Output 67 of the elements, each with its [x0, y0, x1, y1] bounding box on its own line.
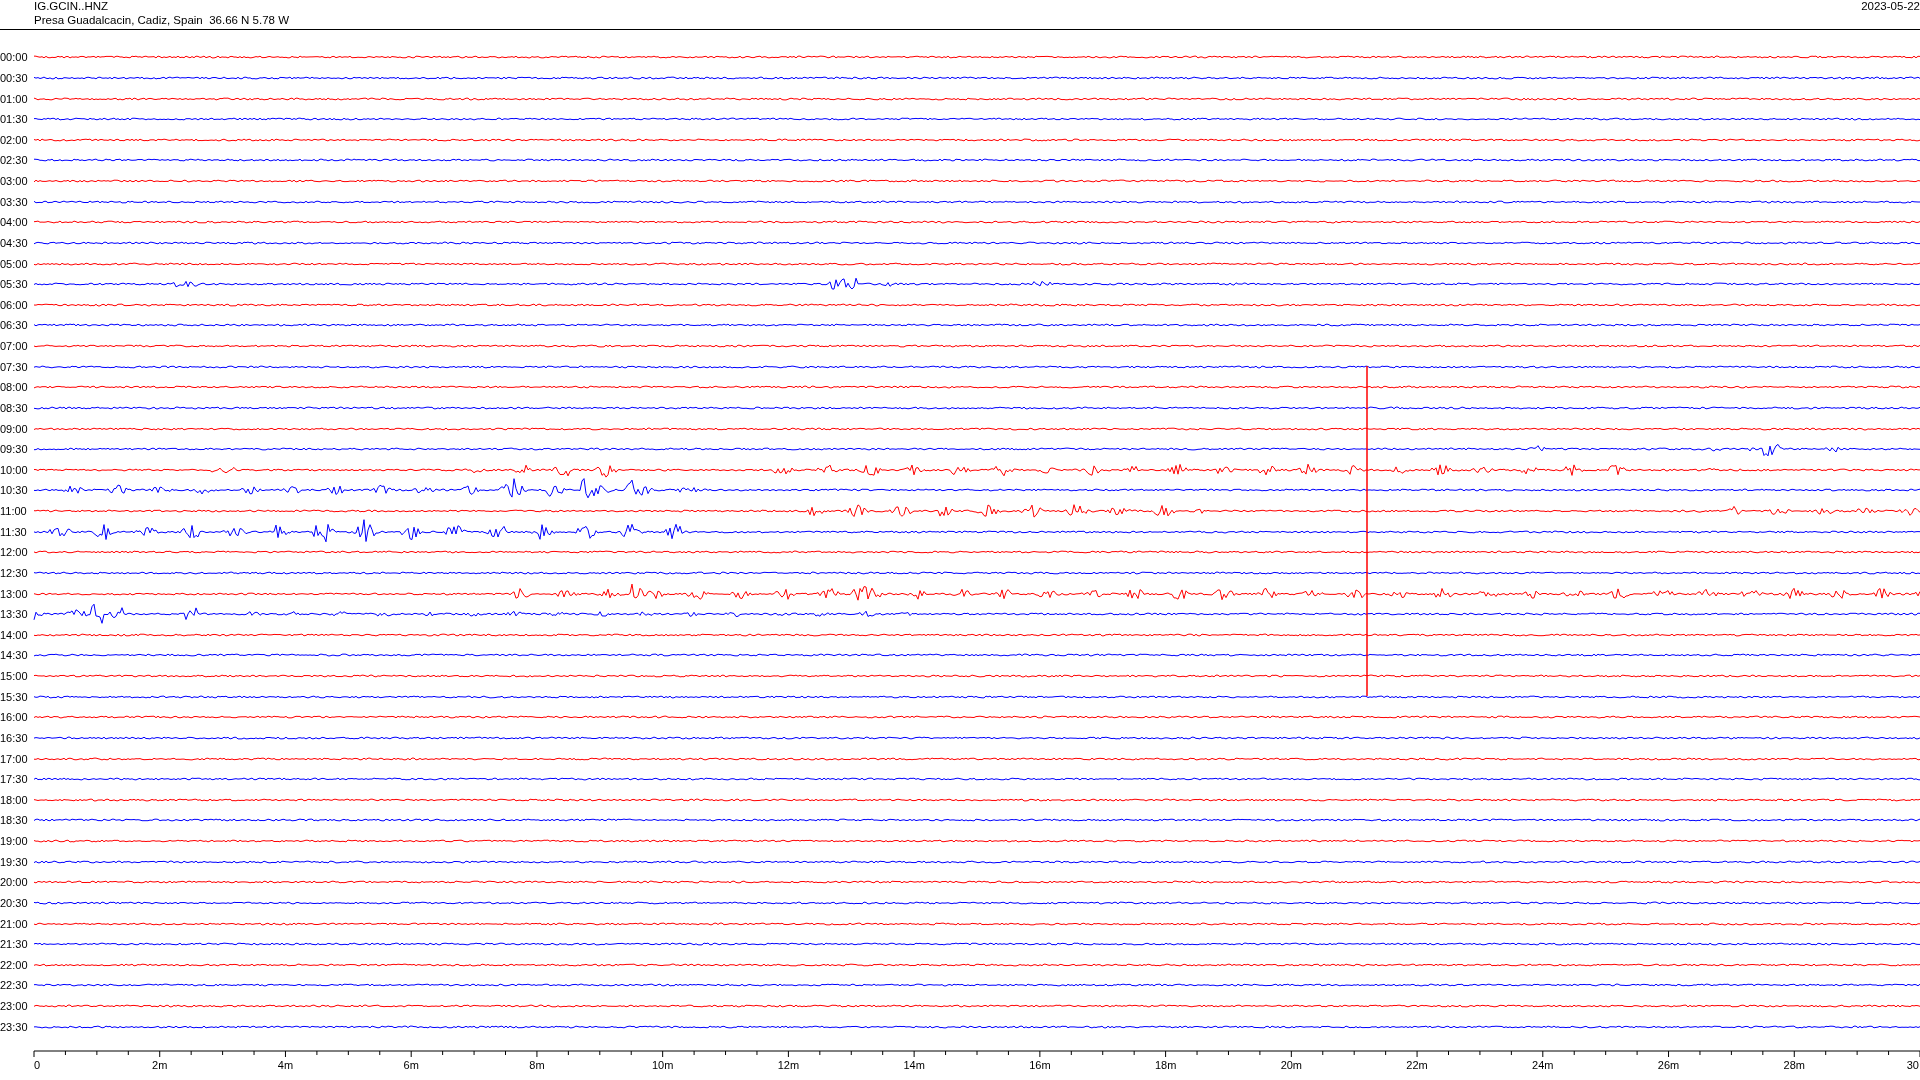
time-label: 16:30	[0, 731, 29, 744]
time-label: 23:30	[0, 1020, 29, 1033]
time-label: 08:00	[0, 381, 29, 394]
axis-label: 16m	[1029, 1059, 1051, 1071]
time-label: 11:30	[0, 525, 28, 538]
time-label: 15:00	[0, 670, 29, 683]
time-label: 17:00	[0, 752, 29, 765]
time-label: 16:00	[0, 711, 29, 724]
time-label: 20:00	[0, 876, 29, 889]
time-label: 05:30	[0, 278, 29, 291]
axis-label: 8m	[529, 1059, 545, 1071]
time-label: 13:00	[0, 587, 29, 600]
axis-label: 24m	[1532, 1059, 1554, 1071]
axis-label: 12m	[777, 1059, 800, 1071]
time-label: 18:00	[0, 793, 29, 806]
time-label: 14:00	[0, 628, 29, 641]
time-label: 03:00	[0, 175, 29, 188]
axis-label: 4m	[277, 1059, 294, 1071]
axis-label: 6m	[403, 1059, 419, 1071]
time-label: 04:00	[0, 216, 29, 229]
axis-label: 22m	[1406, 1059, 1428, 1071]
time-label: 19:30	[0, 855, 29, 868]
time-label: 20:30	[0, 896, 29, 909]
time-label: 19:00	[0, 835, 29, 848]
time-label: 00:00	[0, 51, 29, 64]
axis-label: 26m	[1657, 1059, 1680, 1071]
time-label: 13:30	[0, 608, 29, 621]
time-label: 11:00	[0, 505, 28, 518]
time-label: 08:30	[0, 401, 29, 414]
time-label: 01:00	[0, 92, 29, 105]
station-location: Presa Guadalcacin, Cadiz, Spain 36.66 N 5.78 W	[34, 13, 290, 27]
time-label: 02:30	[0, 154, 29, 167]
time-label: 17:30	[0, 773, 29, 786]
time-label: 21:00	[0, 917, 29, 930]
station-code: IG.GCIN..HNZ	[34, 0, 110, 14]
time-label: 01:30	[0, 113, 29, 126]
time-label: 12:30	[0, 566, 29, 579]
time-label: 14:30	[0, 649, 29, 662]
time-label: 09:00	[0, 422, 29, 435]
time-label: 22:00	[0, 958, 29, 971]
axis-label: 18m	[1154, 1059, 1177, 1071]
time-label: 06:30	[0, 319, 29, 332]
time-label: 05:00	[0, 257, 29, 270]
time-label: 18:30	[0, 814, 29, 827]
time-label: 09:30	[0, 443, 29, 456]
time-label: 03:30	[0, 195, 29, 208]
axis-label: 2m	[152, 1059, 168, 1071]
axis-label: 30	[1906, 1059, 1919, 1071]
axis-label: 10m	[651, 1059, 674, 1071]
time-label: 15:30	[0, 690, 29, 703]
time-label: 07:30	[0, 360, 29, 373]
axis-label: 28m	[1783, 1059, 1805, 1071]
time-label: 10:30	[0, 484, 29, 497]
axis-label: 0	[34, 1059, 41, 1071]
time-label: 12:00	[0, 546, 29, 559]
time-label: 04:30	[0, 236, 29, 249]
time-label: 02:00	[0, 133, 29, 146]
axis-label: 20m	[1280, 1059, 1303, 1071]
time-label: 10:00	[0, 463, 29, 476]
time-label: 07:00	[0, 340, 29, 353]
axis-label: 14m	[903, 1059, 925, 1071]
time-label: 06:00	[0, 298, 29, 311]
time-label: 23:00	[0, 1000, 29, 1013]
time-label: 21:30	[0, 938, 29, 951]
time-label: 22:30	[0, 979, 29, 992]
time-label: 00:30	[0, 71, 29, 84]
record-date: 2023-05-22	[1861, 0, 1920, 14]
